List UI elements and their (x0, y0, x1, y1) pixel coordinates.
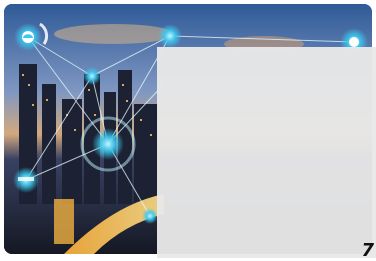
overlay-panel (157, 47, 376, 258)
network-node (14, 23, 42, 51)
network-node (13, 167, 39, 193)
network-node (158, 24, 182, 48)
network-node (142, 208, 158, 224)
corner-glyph: 7 (361, 242, 374, 260)
network-node (83, 67, 101, 85)
